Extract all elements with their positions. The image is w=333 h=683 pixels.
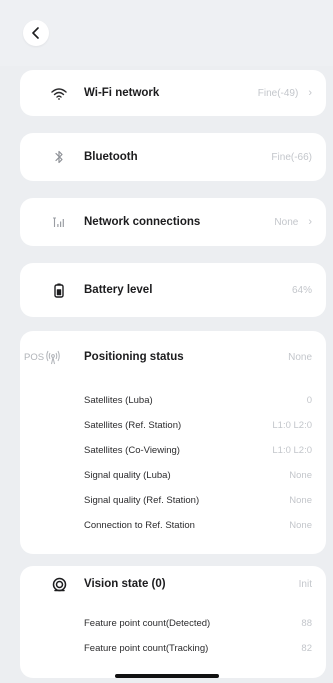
vision-target-icon (48, 574, 70, 594)
bluetooth-card: Bluetooth Fine(-66) (20, 133, 326, 181)
battery-value: 64% (291, 284, 312, 296)
sub-value: 82 (301, 642, 312, 654)
chevron-right-icon: › (308, 216, 312, 228)
wifi-row[interactable]: Wi-Fi network Fine(-49) › (20, 83, 326, 103)
sub-value: 88 (301, 617, 312, 629)
sub-label: Signal quality (Ref. Station) (84, 494, 200, 506)
sub-value: None (289, 519, 312, 531)
pos-prefix: POS (24, 351, 45, 363)
sub-label: Signal quality (Luba) (84, 469, 171, 481)
vision-title: Vision state (0) (84, 578, 166, 590)
network-card[interactable]: Network connections None › (20, 198, 326, 246)
list-item: Signal quality (Ref. Station) None (20, 490, 326, 510)
network-title: Network connections (84, 216, 201, 228)
positioning-title: Positioning status (84, 351, 184, 363)
bluetooth-value: Fine(-66) (271, 151, 312, 163)
top-bar (0, 0, 333, 66)
chevron-left-icon (32, 27, 39, 39)
sub-label: Feature point count(Detected) (84, 617, 211, 629)
chevron-right-icon: › (308, 87, 312, 99)
vision-value: Init (298, 578, 312, 590)
battery-title: Battery level (84, 284, 153, 296)
bluetooth-title: Bluetooth (84, 151, 138, 163)
positioning-value: None (288, 351, 312, 363)
wifi-value-group: Fine(-49) › (258, 87, 312, 99)
sub-label: Satellites (Co-Viewing) (84, 444, 180, 456)
sub-value: 0 (306, 394, 312, 406)
network-value-group: None › (274, 216, 312, 228)
sub-value: None (289, 494, 312, 506)
signal-bars-icon (48, 212, 70, 232)
list-item: Satellites (Ref. Station) L1:0 L2:0 (20, 415, 326, 435)
sub-label: Satellites (Luba) (84, 394, 153, 406)
battery-icon (48, 280, 70, 300)
wifi-card[interactable]: Wi-Fi network Fine(-49) › (20, 70, 326, 116)
wifi-title: Wi-Fi network (84, 87, 160, 99)
back-button[interactable] (23, 20, 49, 46)
sub-value: L1:0 L2:0 (272, 419, 312, 431)
sub-value: None (289, 469, 312, 481)
sub-label: Connection to Ref. Station (84, 519, 195, 531)
positioning-row: POS Positioning status None (20, 347, 326, 367)
sub-label: Satellites (Ref. Station) (84, 419, 182, 431)
list-item: Feature point count(Tracking) 82 (20, 638, 326, 658)
list-item: Feature point count(Detected) 88 (20, 613, 326, 633)
network-row[interactable]: Network connections None › (20, 212, 326, 232)
list-item: Satellites (Luba) 0 (20, 390, 326, 410)
sub-value: L1:0 L2:0 (272, 444, 312, 456)
vision-card: Vision state (0) Init Feature point coun… (20, 566, 326, 678)
list-item: Satellites (Co-Viewing) L1:0 L2:0 (20, 440, 326, 460)
list-item: Connection to Ref. Station None (20, 515, 326, 535)
bluetooth-icon (48, 147, 70, 167)
vision-row: Vision state (0) Init (20, 574, 326, 594)
bluetooth-row: Bluetooth Fine(-66) (20, 147, 326, 167)
list-item: Signal quality (Luba) None (20, 465, 326, 485)
wifi-icon (48, 83, 70, 103)
positioning-card: POS Positioning status None Satellites (… (20, 331, 326, 554)
wifi-value: Fine(-49) (257, 87, 299, 99)
sub-label: Feature point count(Tracking) (84, 642, 209, 654)
battery-row: Battery level 64% (20, 280, 326, 300)
pos-signal-icon: POS (24, 349, 61, 365)
network-value: None (274, 216, 299, 228)
battery-card: Battery level 64% (20, 263, 326, 317)
home-indicator (115, 674, 219, 678)
